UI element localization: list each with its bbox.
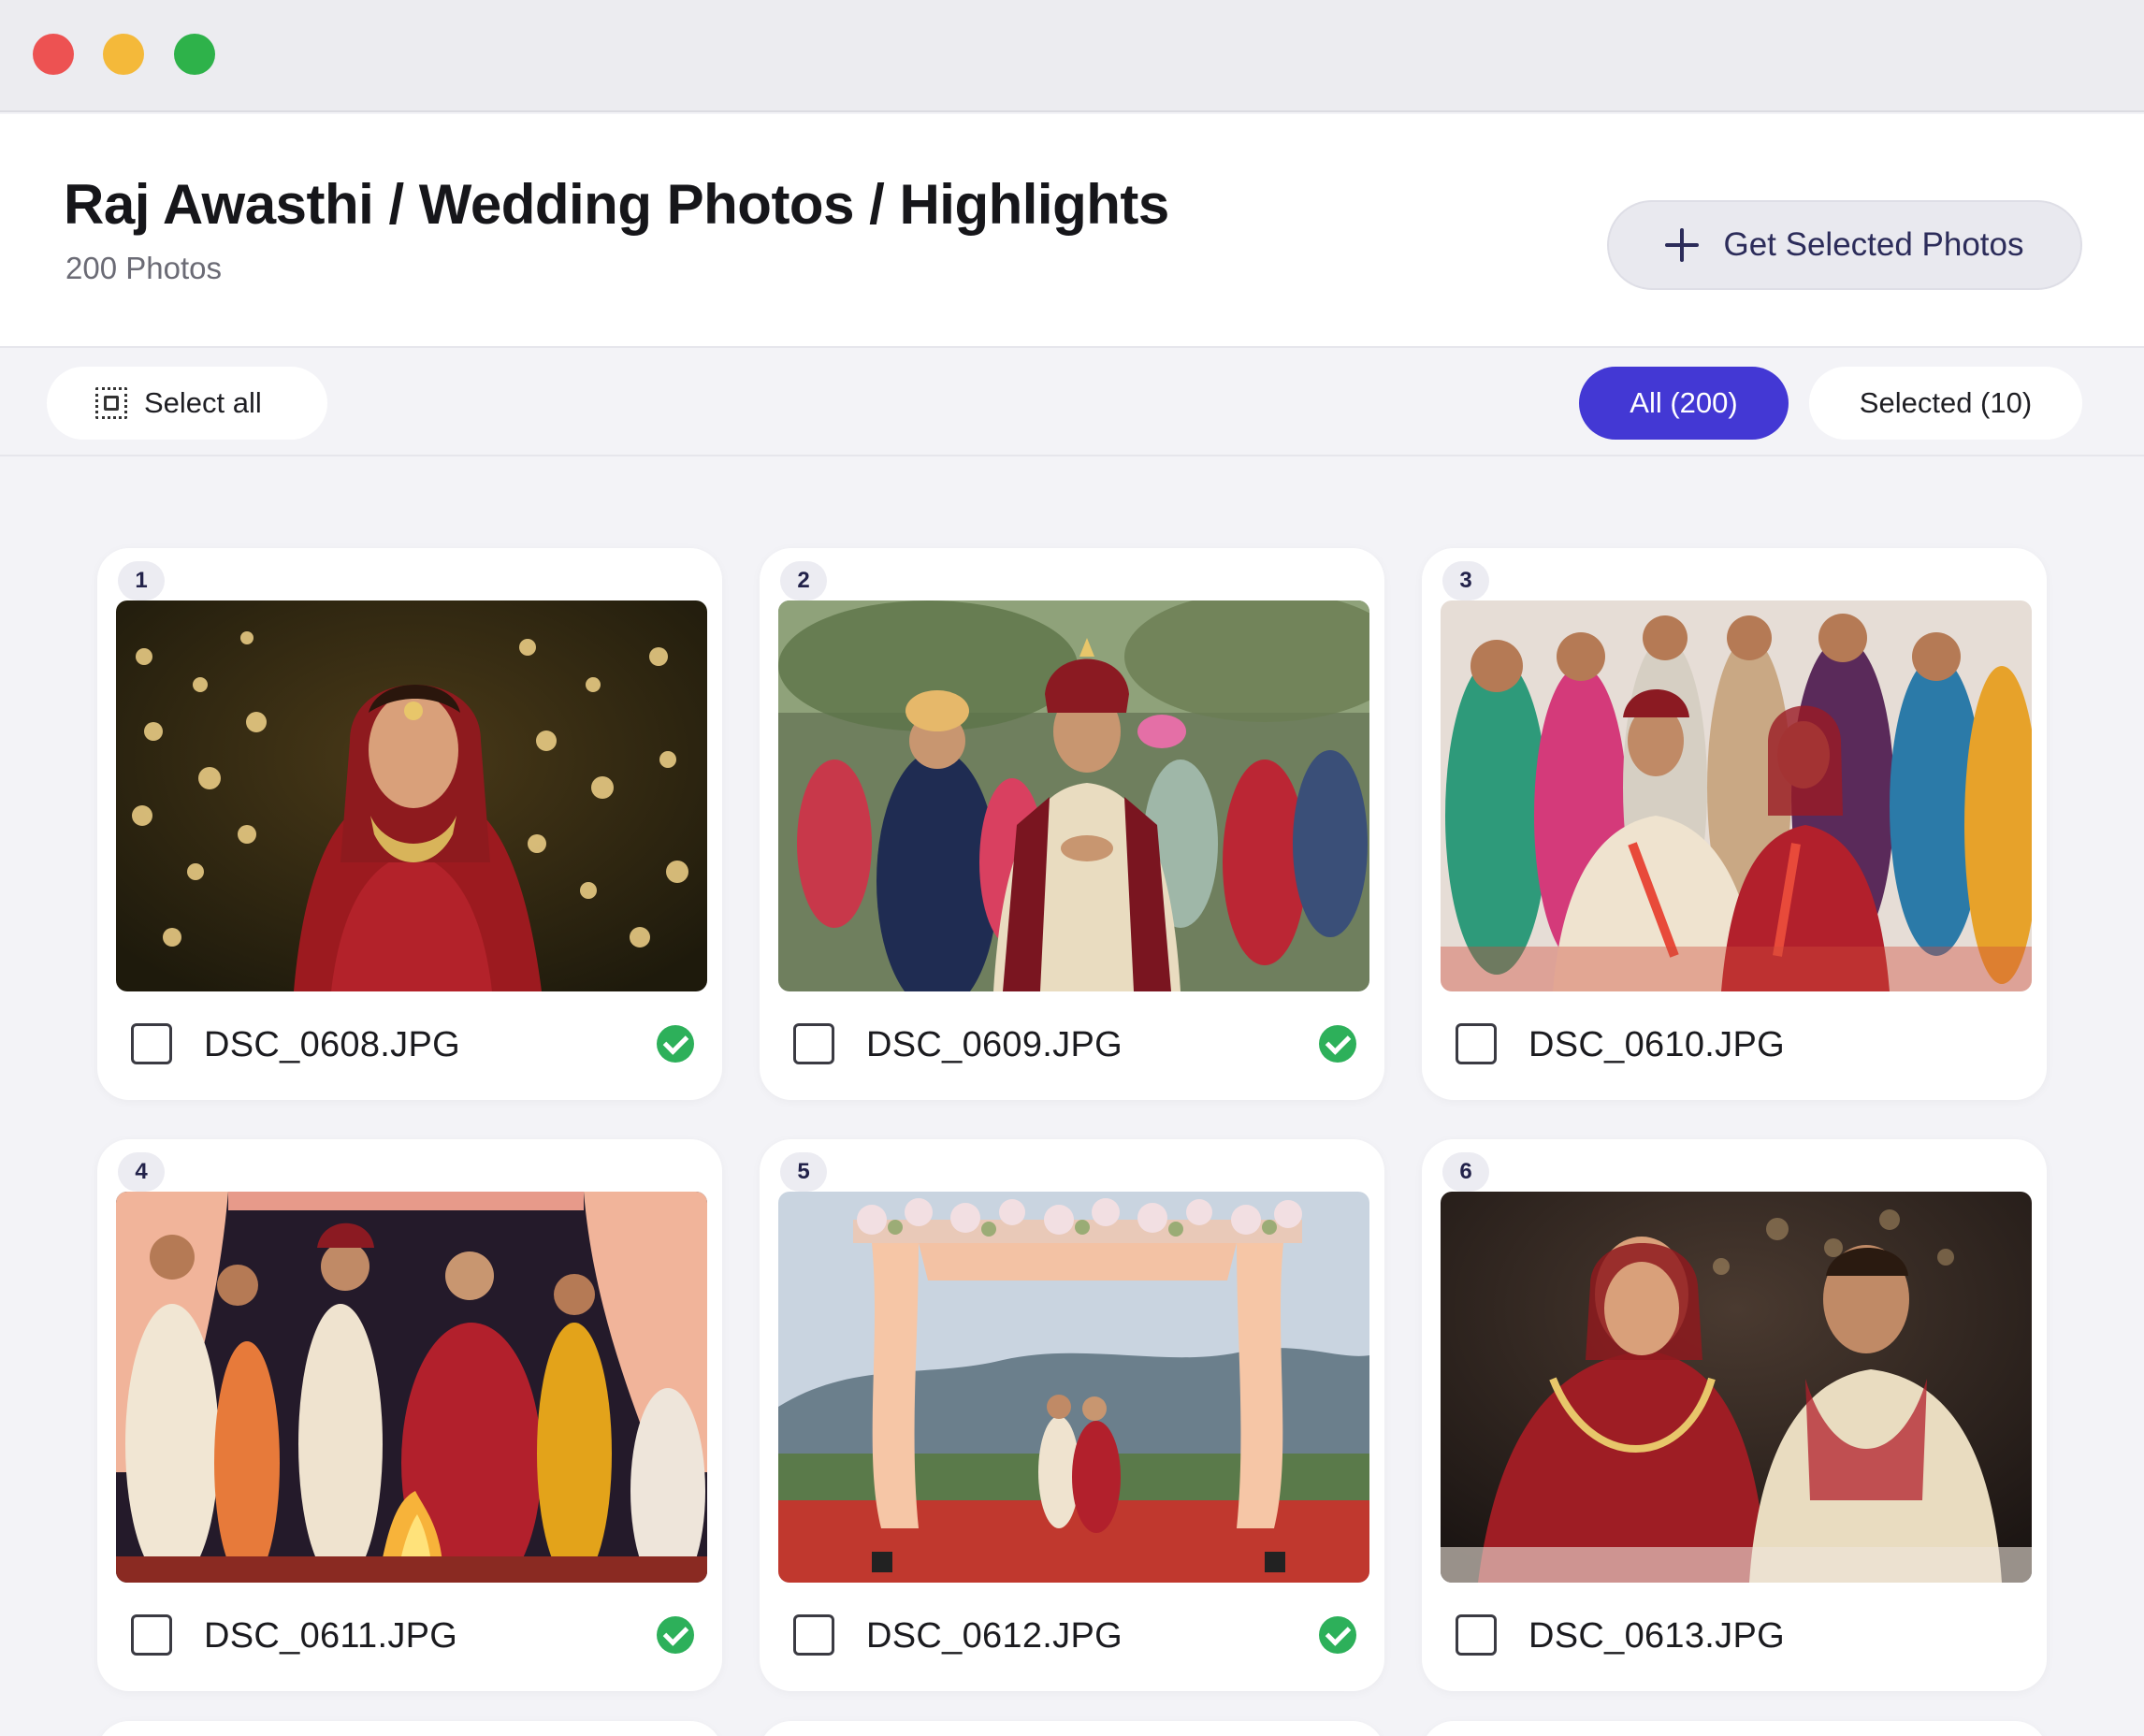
photo-card[interactable] [1422,1721,2047,1736]
photo-card[interactable]: 3 DSC_0610.JPG [1422,548,2047,1100]
photo-thumbnail[interactable] [116,600,707,991]
photo-thumbnail[interactable] [116,1192,707,1583]
photo-card[interactable] [760,1721,1384,1736]
filter-toolbar: Select all All (200) Selected (10) [0,350,2144,456]
photo-select-checkbox[interactable] [131,1023,172,1064]
photo-count: 200 Photos [65,251,222,285]
card-footer: DSC_0612.JPG [760,1583,1384,1691]
tab-selected[interactable]: Selected (10) [1809,367,2082,440]
photo-card[interactable]: 2 DSC_0609.JPG [760,548,1384,1100]
verified-check-icon [657,1616,694,1654]
select-all-button[interactable]: Select all [47,367,327,440]
photo-card[interactable]: 4 DSC_0611.JPG [97,1139,722,1691]
photo-number-badge: 1 [118,561,165,600]
get-selected-photos-label: Get Selected Photos [1723,226,2024,263]
verified-check-icon [1319,1616,1356,1654]
photo-thumbnail[interactable] [778,1192,1369,1583]
photo-filename: DSC_0609.JPG [866,1025,1123,1064]
photo-filename: DSC_0611.JPG [204,1616,458,1656]
photo-number-badge: 2 [780,561,827,600]
select-all-icon [95,387,127,419]
maximize-window-button[interactable] [174,34,215,75]
title-bar [0,0,2144,112]
photo-number-badge: 5 [780,1152,827,1192]
photo-card[interactable] [97,1721,722,1736]
photo-select-checkbox[interactable] [793,1614,834,1656]
card-footer: DSC_0610.JPG [1422,991,2047,1100]
card-footer: DSC_0613.JPG [1422,1583,2047,1691]
photo-card[interactable]: 5 DSC_0612.JPG [760,1139,1384,1691]
plus-icon [1665,228,1700,262]
photo-filename: DSC_0610.JPG [1528,1025,1785,1064]
photo-card[interactable]: 6 DSC_0613.JPG [1422,1139,2047,1691]
close-window-button[interactable] [33,34,74,75]
photo-thumbnail[interactable] [1441,1192,2032,1583]
card-footer: DSC_0611.JPG [97,1583,722,1691]
photo-filename: DSC_0612.JPG [866,1616,1123,1656]
app-window: Raj Awasthi / Wedding Photos / Highlight… [0,0,2144,1736]
photo-filename: DSC_0608.JPG [204,1025,460,1064]
verified-check-icon [657,1025,694,1063]
photo-number-badge: 6 [1442,1152,1489,1192]
photo-select-checkbox[interactable] [1456,1614,1497,1656]
photo-filename: DSC_0613.JPG [1528,1616,1785,1656]
photo-number-badge: 4 [118,1152,165,1192]
photo-select-checkbox[interactable] [131,1614,172,1656]
select-all-label: Select all [144,386,262,419]
photo-select-checkbox[interactable] [793,1023,834,1064]
breadcrumb: Raj Awasthi / Wedding Photos / Highlight… [64,173,1169,236]
card-footer: DSC_0609.JPG [760,991,1384,1100]
page-header: Raj Awasthi / Wedding Photos / Highlight… [0,114,2144,348]
minimize-window-button[interactable] [103,34,144,75]
photo-grid: 1 DSC_0608.JPG 2 DSC_0609.JPG 3 DSC_0610… [0,458,2144,1736]
photo-card[interactable]: 1 DSC_0608.JPG [97,548,722,1100]
card-footer: DSC_0608.JPG [97,991,722,1100]
tab-all[interactable]: All (200) [1579,367,1789,440]
verified-check-icon [1319,1025,1356,1063]
photo-number-badge: 3 [1442,561,1489,600]
photo-thumbnail[interactable] [778,600,1369,991]
photo-thumbnail[interactable] [1441,600,2032,991]
photo-select-checkbox[interactable] [1456,1023,1497,1064]
get-selected-photos-button[interactable]: Get Selected Photos [1607,200,2082,290]
